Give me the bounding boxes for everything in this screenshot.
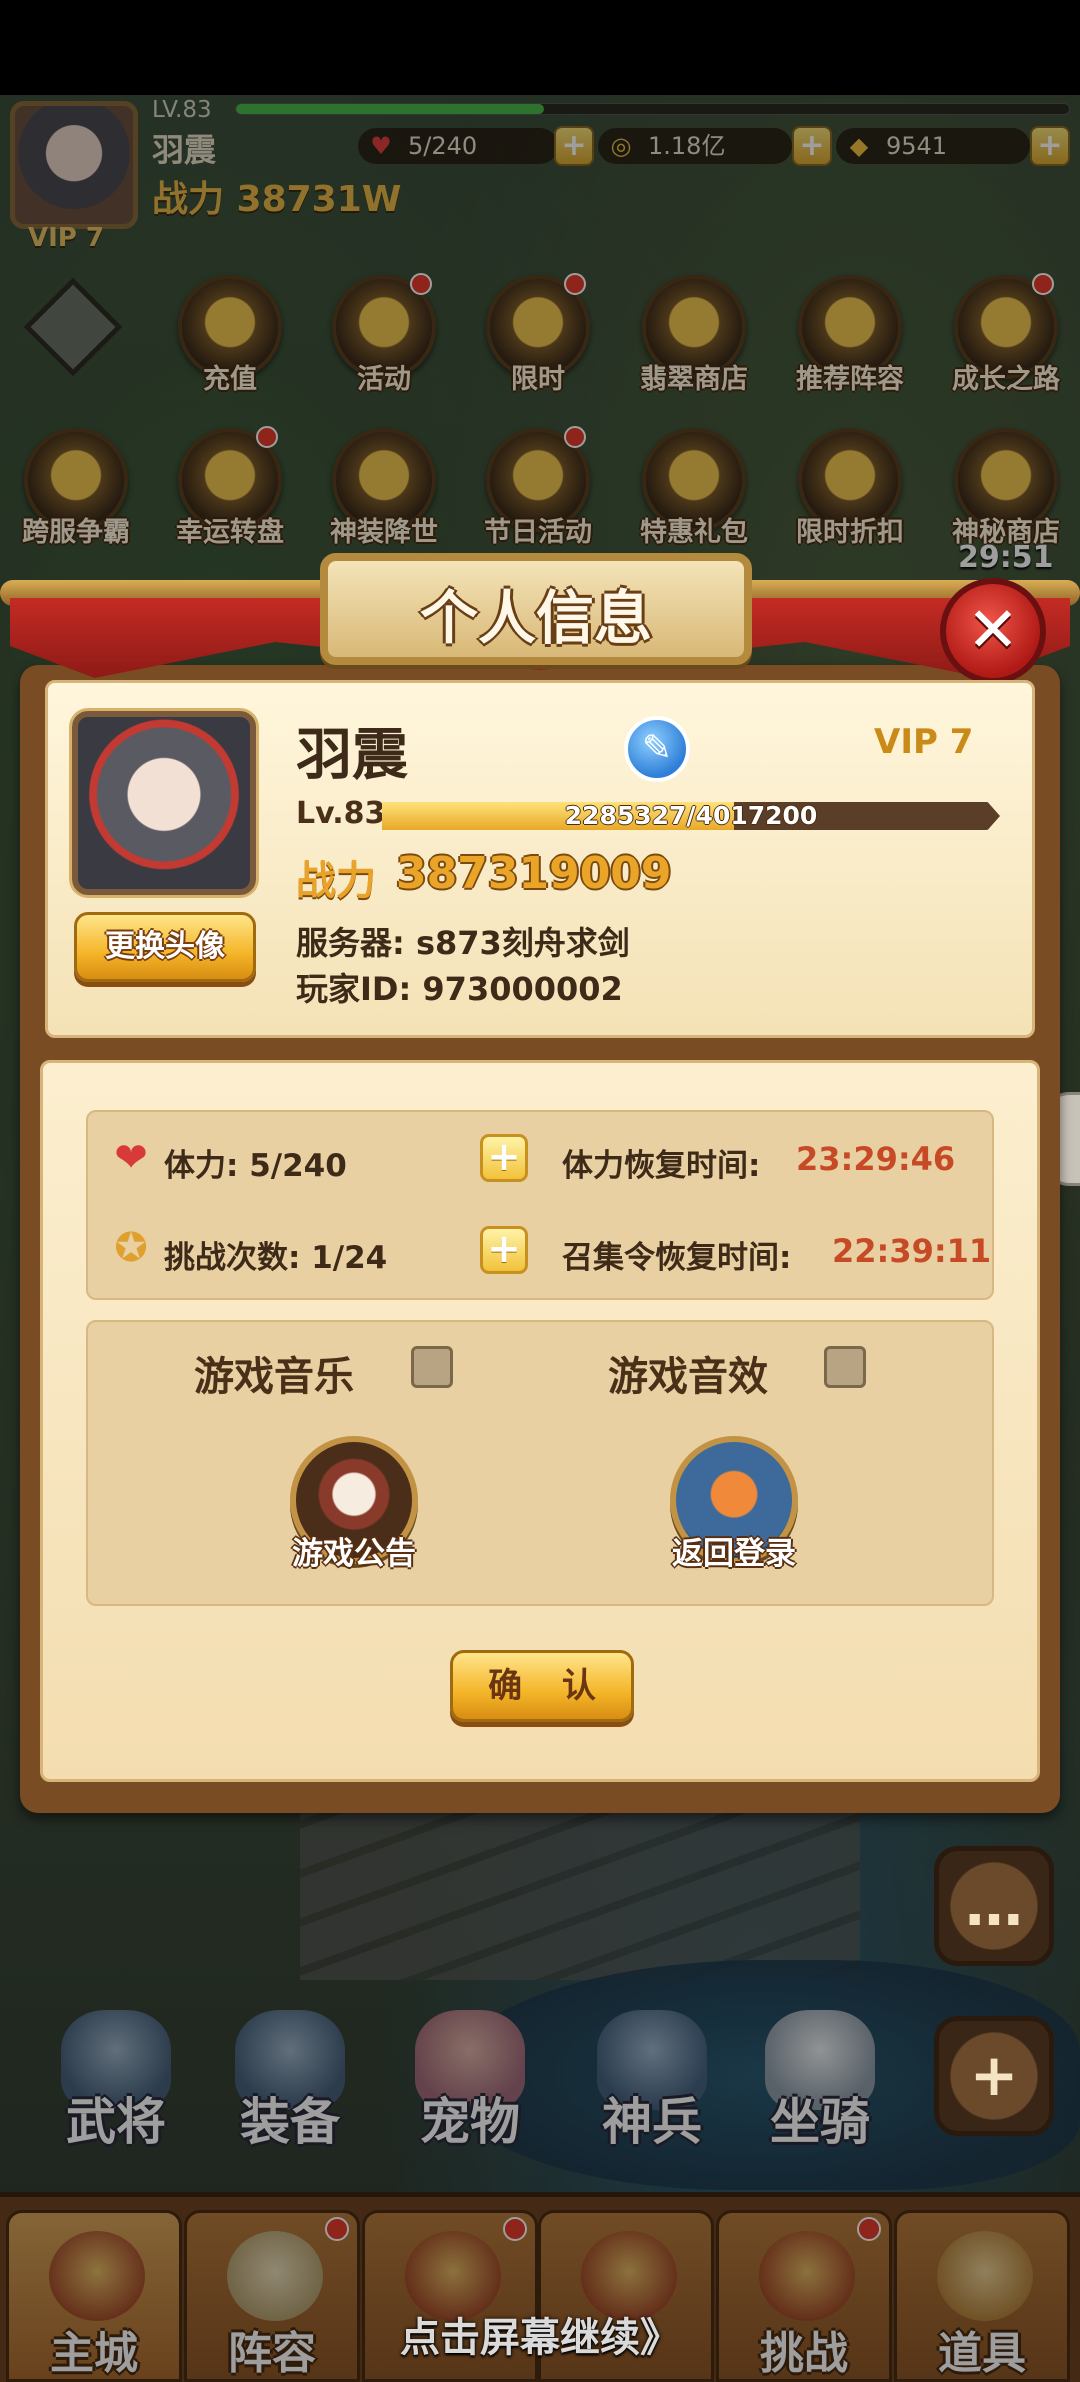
badge-icon: ✪ xyxy=(114,1225,148,1271)
plus-icon[interactable]: + xyxy=(934,2016,1054,2136)
pencil-icon[interactable]: ✎ xyxy=(624,716,690,782)
summon-recover-label: 召集令恢复时间: xyxy=(562,1240,792,1276)
xp-text: 2285327/4017200 xyxy=(564,801,818,830)
server-info: 服务器: s873刻舟求剑 xyxy=(296,924,630,962)
stamina-label: 体力: 5/240 xyxy=(164,1148,347,1184)
challenge-add-button[interactable]: + xyxy=(480,1226,528,1274)
stamina-recover-time: 23:29:46 xyxy=(796,1140,956,1178)
heart-icon: ❤ xyxy=(114,1135,148,1181)
game-screen[interactable]: VIP 7 LV.83 羽震 战力 38731W ♥ 5/240 + ◎ 1.1… xyxy=(0,0,1080,2382)
back-login-label[interactable]: 返回登录 xyxy=(634,1528,834,1573)
modal-title: 个人信息 xyxy=(419,584,652,652)
music-label: 游戏音乐 xyxy=(194,1354,354,1400)
power-value: 387319009 xyxy=(396,848,672,899)
profile-vip: VIP 7 xyxy=(874,722,974,762)
status-bar xyxy=(0,0,1080,95)
music-checkbox[interactable] xyxy=(411,1346,453,1388)
close-button[interactable]: ✕ xyxy=(940,578,1046,684)
profile-level: Lv.83 xyxy=(296,796,386,831)
profile-avatar xyxy=(72,711,256,895)
challenge-label: 挑战次数: 1/24 xyxy=(164,1240,388,1276)
player-id: 玩家ID: 973000002 xyxy=(296,970,623,1008)
stamina-recover-label: 体力恢复时间: xyxy=(562,1148,761,1184)
chat-icon[interactable]: … xyxy=(934,1846,1054,1966)
notice-label[interactable]: 游戏公告 xyxy=(254,1528,454,1573)
stamina-add-button[interactable]: + xyxy=(480,1134,528,1182)
sound-checkbox[interactable] xyxy=(824,1346,866,1388)
confirm-button[interactable]: 确 认 xyxy=(450,1650,634,1722)
sound-label: 游戏音效 xyxy=(608,1354,768,1400)
profile-name: 羽震 xyxy=(296,723,408,788)
change-avatar-button[interactable]: 更换头像 xyxy=(74,912,256,982)
title-plate: 个人信息 xyxy=(320,553,752,665)
tap-to-continue[interactable]: 点击屏幕继续》 xyxy=(0,2305,1080,2363)
xp-bar: 2285327/4017200 xyxy=(382,802,1000,830)
summon-recover-time: 22:39:11 xyxy=(832,1232,992,1270)
power-label: 战力 xyxy=(296,858,376,904)
